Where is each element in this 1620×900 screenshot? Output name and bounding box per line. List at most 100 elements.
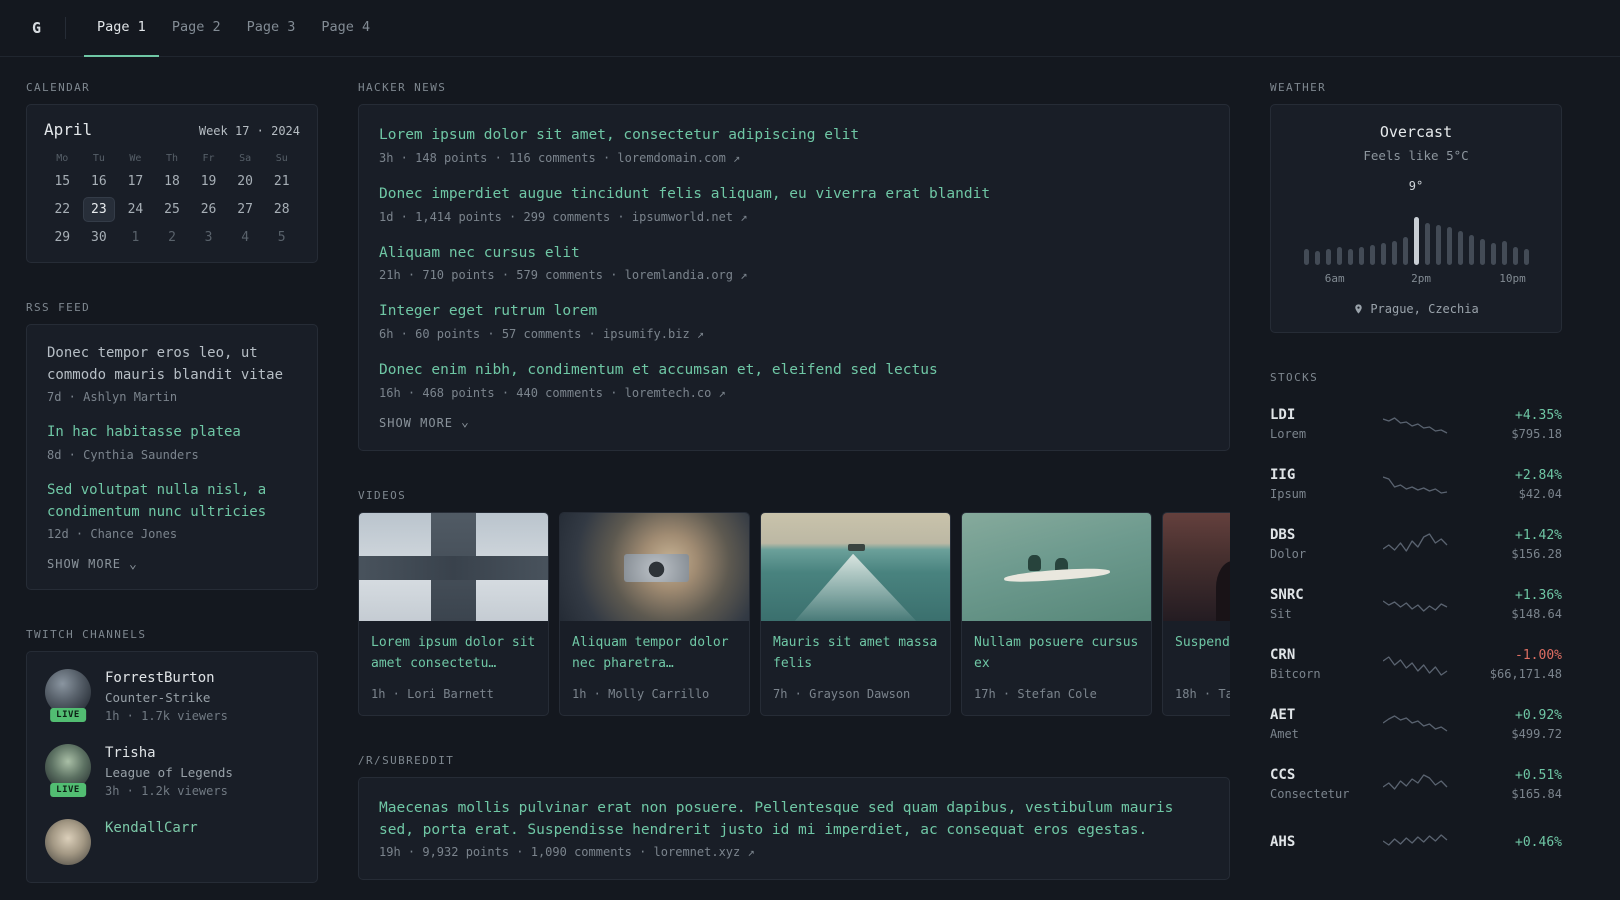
weather-bar <box>1490 243 1496 265</box>
calendar-day: 30 <box>91 230 107 245</box>
hn-item-meta: 21h · 710 points · 579 comments · loreml… <box>379 268 1209 282</box>
app-logo[interactable]: G <box>26 17 47 39</box>
video-thumbnail[interactable] <box>1163 512 1230 621</box>
stock-id: IIG Ipsum <box>1270 467 1364 501</box>
channel-game[interactable]: League of Legends <box>105 765 233 780</box>
hn-show-more-button[interactable]: SHOW MORE ⌄ <box>379 416 470 430</box>
hn-item-domain-link[interactable]: loremlandia.org ↗ <box>625 268 748 282</box>
stock-row[interactable]: AHS +0.46% <box>1270 814 1562 870</box>
video-card[interactable]: Lorem ipsum dolor sit amet consectetu… 1… <box>358 511 549 716</box>
subreddit-domain-link[interactable]: loremnet.xyz ↗ <box>654 845 755 859</box>
sparkline-svg <box>1383 417 1448 434</box>
stock-row[interactable]: SNRC Sit +1.36% $148.64 <box>1270 574 1562 634</box>
rss-item-link[interactable]: Sed volutpat nulla nisl, a condimentum n… <box>47 480 297 523</box>
weather-bar <box>1446 227 1452 265</box>
stock-row[interactable]: LDI Lorem +4.35% $795.18 <box>1270 394 1562 454</box>
video-body: Suspendisse diam 18h · Tara <box>1163 621 1230 715</box>
stock-row[interactable]: AET Amet +0.92% $499.72 <box>1270 694 1562 754</box>
subreddit-post-meta: 19h · 9,932 points · 1,090 comments · lo… <box>379 845 1209 859</box>
video-body: Lorem ipsum dolor sit amet consectetu… 1… <box>359 621 548 715</box>
weather-location: Prague, Czechia <box>1289 302 1543 316</box>
weather-bar <box>1512 247 1518 265</box>
hn-item-link[interactable]: Integer eget rutrum lorem <box>379 301 1209 323</box>
hn-item-link[interactable]: Lorem ipsum dolor sit amet, consectetur … <box>379 125 1209 147</box>
stock-name: Amet <box>1270 727 1299 741</box>
stock-ticker: CRN <box>1270 647 1296 663</box>
stock-values: -1.00% $66,171.48 <box>1468 648 1562 681</box>
tab-page-1[interactable]: Page 1 <box>84 0 159 57</box>
chevron-down-icon: ⌄ <box>129 556 138 572</box>
stock-ticker: LDI <box>1270 407 1296 423</box>
hn-item-domain-link[interactable]: ipsumworld.net ↗ <box>632 210 748 224</box>
channel-avatar[interactable] <box>45 819 91 866</box>
stock-row[interactable]: CRN Bitcorn -1.00% $66,171.48 <box>1270 634 1562 694</box>
hn-item-domain-link[interactable]: ipsumify.biz ↗ <box>603 327 704 341</box>
channel-name[interactable]: Trisha <box>105 744 233 761</box>
tab-page-3[interactable]: Page 3 <box>234 0 309 57</box>
stock-name: Ipsum <box>1270 487 1307 501</box>
sparkline-svg <box>1383 656 1448 676</box>
hn-item-link[interactable]: Donec enim nibh, condimentum et accumsan… <box>379 360 1209 382</box>
video-thumbnail[interactable] <box>761 512 950 621</box>
time-label: 2pm <box>1411 272 1432 285</box>
calendar-day: 22 <box>54 202 71 217</box>
video-card[interactable]: Suspendisse diam 18h · Tara <box>1162 511 1230 716</box>
hn-item-link[interactable]: Aliquam nec cursus elit <box>379 243 1209 265</box>
rss-item-link[interactable]: Donec tempor eros leo, ut commodo mauris… <box>47 343 297 386</box>
subreddit-post-link[interactable]: Maecenas mollis pulvinar erat non posuer… <box>379 798 1209 842</box>
video-thumbnail[interactable] <box>359 512 548 621</box>
calendar-widget-title: CALENDAR <box>26 81 91 94</box>
tab-page-2[interactable]: Page 2 <box>159 0 234 57</box>
channel-info: Trisha League of Legends 3h · 1.2k viewe… <box>105 744 233 798</box>
rss-item-link[interactable]: In hac habitasse platea <box>47 422 297 444</box>
video-card[interactable]: Nullam posuere cursus ex 17h · Stefan Co… <box>961 511 1152 716</box>
channel-avatar[interactable]: LIVE <box>45 744 91 798</box>
subreddit-card: Maecenas mollis pulvinar erat non posuer… <box>358 776 1230 881</box>
video-card[interactable]: Aliquam tempor dolor nec pharetra… 1h · … <box>559 511 750 716</box>
twitch-channel[interactable]: LIVE ForrestBurton Counter-Strike 1h · 1… <box>45 669 299 723</box>
rss-show-more-button[interactable]: SHOW MORE ⌄ <box>47 557 138 571</box>
twitch-channel[interactable]: LIVE Trisha League of Legends 3h · 1.2k … <box>45 744 299 798</box>
hn-item-stats: 16h · 468 points · 440 comments · <box>379 385 625 400</box>
stock-change: +0.46% <box>1515 834 1562 850</box>
hn-item-domain-link[interactable]: loremdomain.com ↗ <box>617 151 740 165</box>
twitch-widget-title: TWITCH CHANNELS <box>26 628 147 642</box>
weather-bar <box>1303 249 1309 265</box>
stock-values: +0.46% <box>1468 835 1562 850</box>
stock-values: +4.35% $795.18 <box>1468 408 1562 441</box>
video-title: Mauris sit amet massa felis <box>773 634 938 671</box>
video-body: Nullam posuere cursus ex 17h · Stefan Co… <box>962 621 1151 715</box>
time-label: 10pm <box>1499 272 1526 285</box>
subreddit-post: Maecenas mollis pulvinar erat non posuer… <box>379 798 1209 860</box>
stock-change: +0.92% <box>1515 707 1562 723</box>
hn-item-link[interactable]: Donec imperdiet augue tincidunt felis al… <box>379 184 1209 206</box>
tab-page-4[interactable]: Page 4 <box>308 0 383 57</box>
twitch-channel[interactable]: KendallCarr <box>45 819 299 866</box>
stock-change: -1.00% <box>1515 647 1562 663</box>
stock-row[interactable]: DBS Dolor +1.42% $156.28 <box>1270 514 1562 574</box>
channel-name[interactable]: KendallCarr <box>105 819 198 836</box>
channel-name[interactable]: ForrestBurton <box>105 669 228 686</box>
weather-bar-chart <box>1289 203 1543 265</box>
video-thumbnail[interactable] <box>560 512 749 621</box>
video-card[interactable]: Mauris sit amet massa felis 7h · Grayson… <box>760 511 951 716</box>
day-header: We <box>129 153 142 164</box>
hn-item: Donec enim nibh, condimentum et accumsan… <box>379 360 1209 400</box>
stock-row[interactable]: CCS Consectetur +0.51% $165.84 <box>1270 754 1562 814</box>
calendar-day: 26 <box>200 202 217 217</box>
hn-item-domain-link[interactable]: loremtech.co ↗ <box>625 386 726 400</box>
stock-row[interactable]: IIG Ipsum +2.84% $42.04 <box>1270 454 1562 514</box>
hn-item: Lorem ipsum dolor sit amet, consectetur … <box>379 125 1209 165</box>
hacker-news-widget: HACKER NEWS Lorem ipsum dolor sit amet, … <box>358 81 1230 451</box>
subreddit-widget-title: /R/SUBREDDIT <box>358 753 455 767</box>
day-header: Fr <box>202 153 215 164</box>
weather-bar <box>1314 251 1320 265</box>
sparkline-svg <box>1383 476 1448 494</box>
video-thumbnail[interactable] <box>962 512 1151 621</box>
channel-viewers: 1h · 1.7k viewers <box>105 709 228 724</box>
channel-avatar[interactable]: LIVE <box>45 669 91 723</box>
stock-values: +2.84% $42.04 <box>1468 468 1562 501</box>
channel-game[interactable]: Counter-Strike <box>105 690 228 705</box>
weather-widget: WEATHER Overcast Feels like 5°C 9° 6am 2… <box>1270 81 1562 333</box>
stock-sparkline <box>1364 529 1468 559</box>
